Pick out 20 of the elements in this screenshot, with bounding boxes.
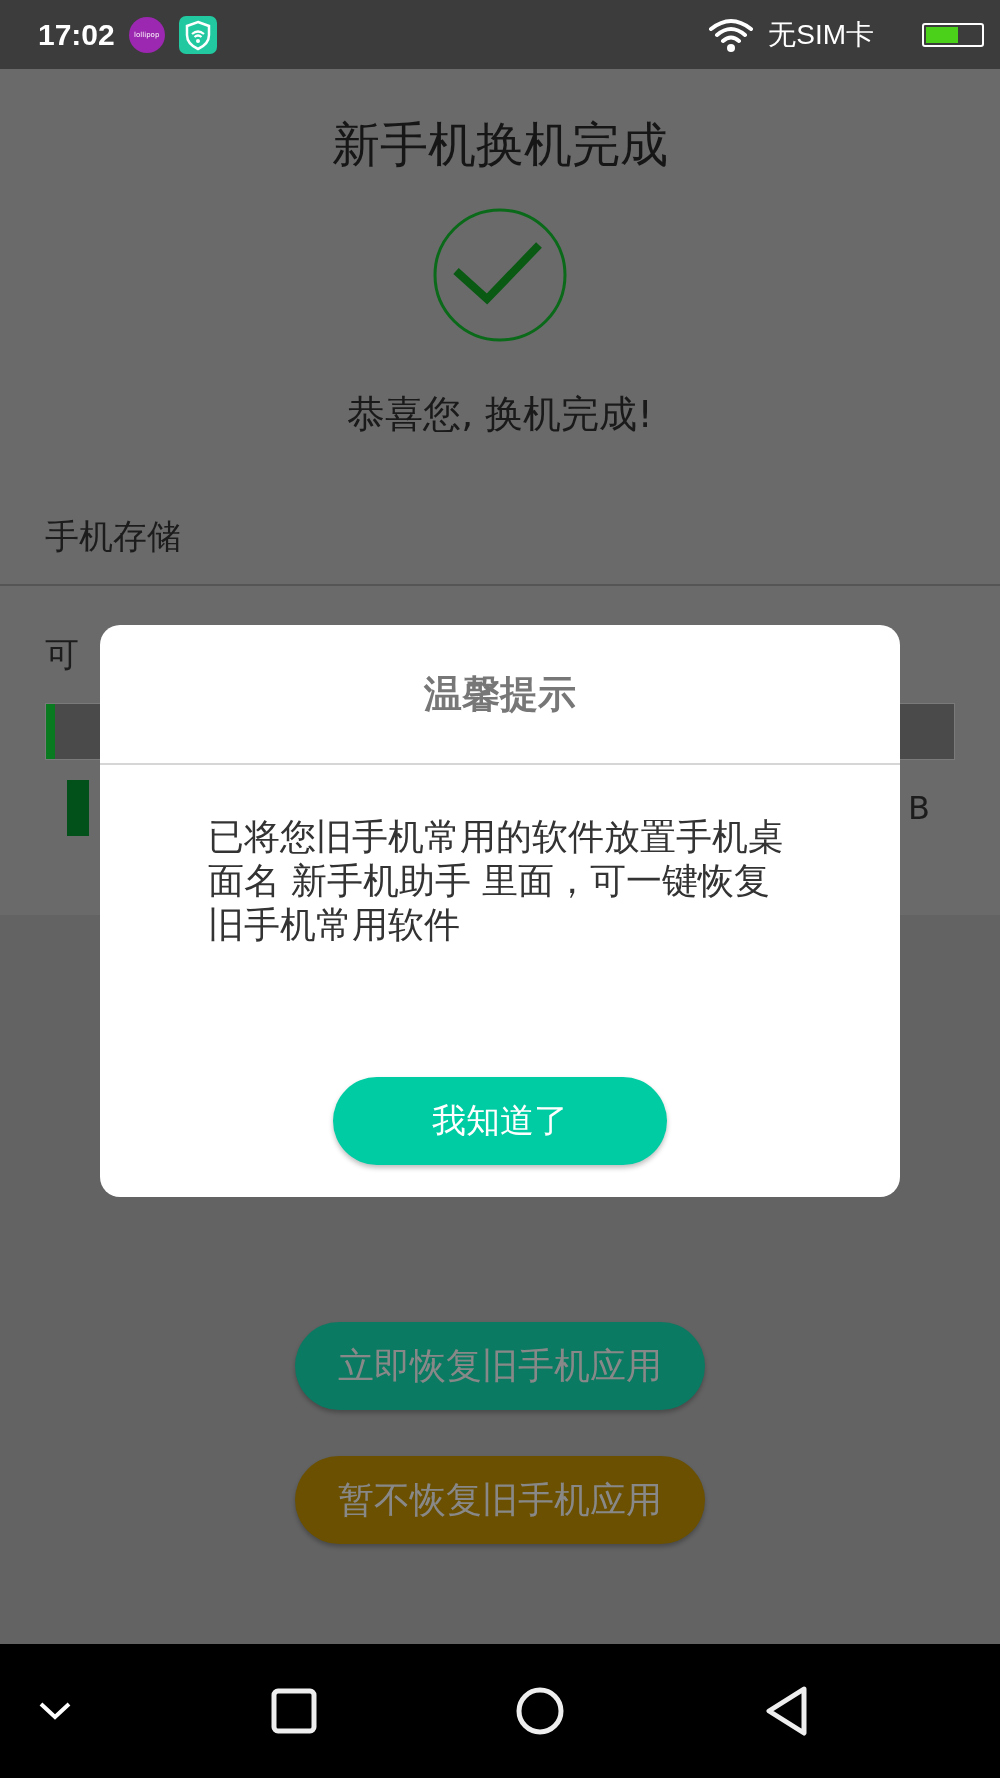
skip-restore-button[interactable]: 暂不恢复旧手机应用 (295, 1456, 705, 1544)
wifi-icon (708, 16, 755, 53)
shield-wifi-icon (178, 15, 217, 54)
chevron-down-icon[interactable] (38, 1700, 72, 1722)
square-icon[interactable] (270, 1688, 317, 1734)
check-circle-icon (432, 207, 568, 343)
dialog-message: 已将您旧手机常用的软件放置手机桌面名 新手机助手 里面，可一键恢复旧手机常用软件 (207, 815, 785, 947)
carrier-text: 无SIM卡 (768, 17, 874, 52)
dialog-title: 温馨提示 (424, 670, 576, 718)
circle-icon[interactable] (515, 1686, 566, 1736)
success-message: 恭喜您, 换机完成! (347, 391, 653, 438)
available-label: 可 (45, 634, 79, 674)
restore-button[interactable]: 立即恢复旧手机应用 (295, 1322, 705, 1410)
storage-heading: 手机存储 (0, 486, 1000, 586)
legend-swatch (67, 780, 89, 836)
storage-reading: B (908, 789, 930, 827)
confirm-button[interactable]: 我知道了 (333, 1077, 667, 1165)
page-title: 新手机换机完成 (332, 115, 668, 174)
back-triangle-icon[interactable] (763, 1685, 810, 1737)
status-time: 17:02 (38, 17, 115, 52)
